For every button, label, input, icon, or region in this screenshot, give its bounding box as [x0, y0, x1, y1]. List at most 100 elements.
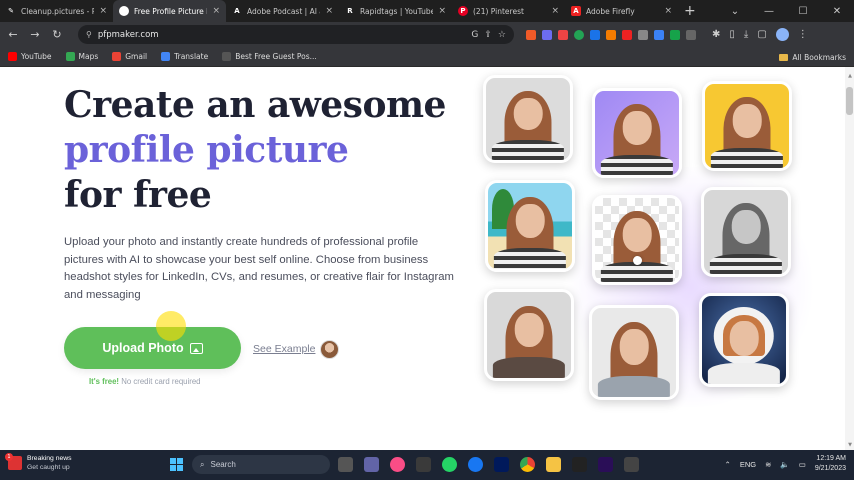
extension-icon[interactable] [590, 29, 600, 40]
tab-search-icon[interactable]: ▢ [757, 29, 766, 40]
extension-icon[interactable] [558, 29, 568, 40]
calculator-icon[interactable] [416, 457, 431, 472]
tab-pinterest[interactable]: P (21) Pinterest × [452, 0, 565, 22]
scrollbar[interactable]: ▲ ▼ [845, 67, 854, 450]
download-icon[interactable]: ⤓ [744, 29, 748, 40]
chrome-icon[interactable] [520, 457, 535, 472]
teams-icon[interactable] [364, 457, 379, 472]
tab-adobe-firefly[interactable]: A Adobe Firefly × [565, 0, 678, 22]
new-tab-button[interactable]: + [684, 3, 696, 19]
sample-photo-yellow [702, 81, 792, 171]
bookmark-maps[interactable]: Maps [65, 52, 98, 61]
bookmark-translate[interactable]: Translate [161, 52, 208, 61]
maximize-button[interactable]: ☐ [786, 6, 820, 17]
tab-pfpmaker[interactable]: Free Profile Picture M × [113, 0, 226, 22]
puzzle-icon[interactable]: ✱ [712, 29, 720, 40]
star-icon[interactable]: ☆ [498, 30, 506, 40]
language-indicator[interactable]: ENG [740, 460, 756, 469]
taskbar-search[interactable]: ⌕ Search [192, 455, 330, 474]
see-example-link[interactable]: See Example [253, 343, 315, 355]
wifi-icon[interactable]: ≋ [765, 460, 771, 469]
hero-headline: Create an awesome profile picture for fr… [64, 83, 446, 218]
free-strong: It's free! [89, 377, 120, 386]
bookmark-guest-post[interactable]: Best Free Guest Pos... [222, 52, 317, 61]
side-panel-icon[interactable]: ▯ [729, 29, 735, 40]
capcut-icon[interactable] [572, 457, 587, 472]
scroll-up-icon[interactable]: ▲ [848, 73, 852, 79]
news-subtitle: Get caught up [27, 464, 70, 471]
folder-icon [779, 53, 789, 61]
site-info-icon[interactable]: ⚲ [86, 30, 92, 39]
extension-icon[interactable] [670, 29, 680, 40]
page-content: Create an awesome profile picture for fr… [0, 67, 854, 450]
bookmark-gmail[interactable]: Gmail [112, 52, 147, 61]
chevron-down-icon[interactable]: ⌄ [718, 6, 752, 17]
extension-icon[interactable] [654, 29, 664, 40]
example-avatar[interactable] [320, 340, 339, 359]
forward-button[interactable]: → [28, 28, 42, 41]
close-icon[interactable]: × [325, 6, 333, 16]
pinterest-icon: P [458, 6, 468, 16]
close-window-button[interactable]: ✕ [820, 6, 854, 17]
task-view-icon[interactable] [338, 457, 353, 472]
extension-icon[interactable] [606, 29, 616, 40]
file-explorer-icon[interactable] [546, 457, 561, 472]
address-bar[interactable]: ⚲ pfpmaker.com G ⇪ ☆ [78, 25, 514, 44]
headline-line-2: profile picture [64, 129, 349, 171]
clock[interactable]: 12:19 AM 9/21/2023 [815, 454, 846, 474]
cleanup-icon: ✎ [8, 7, 14, 15]
search-icon: ⌕ [200, 459, 205, 469]
audition-icon[interactable] [494, 457, 509, 472]
extension-icon[interactable] [622, 29, 632, 40]
youtube-icon [8, 52, 17, 61]
reload-button[interactable]: ↻ [50, 28, 64, 41]
tab-rapidtags[interactable]: R Rapidtags | YouTube T × [339, 0, 452, 22]
scroll-down-icon[interactable]: ▼ [848, 442, 852, 448]
clock-date: 9/21/2023 [814, 465, 846, 472]
gmail-icon [112, 52, 122, 61]
sample-photo-purple [592, 88, 682, 178]
bookmark-youtube[interactable]: YouTube [8, 52, 52, 61]
news-icon: 1 [5, 453, 22, 470]
tab-adobe-podcast[interactable]: A Adobe Podcast | AI au × [226, 0, 339, 22]
hero-description: Upload your photo and instantly create h… [64, 236, 454, 301]
windows-start-icon[interactable] [170, 458, 183, 471]
extension-icon[interactable] [526, 29, 536, 40]
extension-icon[interactable] [638, 29, 648, 40]
menu-icon[interactable]: ⋮ [798, 29, 808, 40]
taskbar-apps [338, 457, 639, 472]
scrollbar-thumb[interactable] [846, 87, 853, 115]
sample-photo-portrait [484, 289, 574, 381]
close-icon[interactable]: × [551, 6, 559, 16]
news-widget[interactable]: 1 Breaking news Get caught up [5, 453, 72, 472]
google-lens-icon[interactable]: G [471, 30, 478, 40]
extension-icon[interactable] [686, 29, 696, 40]
clock-time: 12:19 AM [816, 455, 846, 462]
back-button[interactable]: ← [6, 28, 20, 41]
minimize-button[interactable]: — [752, 6, 786, 17]
chevron-up-icon[interactable]: ⌃ [725, 460, 731, 469]
premiere-icon[interactable] [598, 457, 613, 472]
close-icon[interactable]: × [212, 6, 220, 16]
close-icon[interactable]: × [99, 6, 107, 16]
headline-line-3: for free [64, 174, 212, 216]
facebook-icon[interactable] [468, 457, 483, 472]
all-bookmarks-button[interactable]: All Bookmarks [779, 47, 846, 67]
extension-icon[interactable] [574, 29, 584, 40]
free-note: It's free! No credit card required [89, 377, 201, 386]
volume-icon[interactable]: 🔈 [780, 460, 789, 469]
app-icon[interactable] [624, 457, 639, 472]
tab-cleanup[interactable]: ✎ Cleanup.pictures - Re × [0, 0, 113, 22]
rapidtags-icon: R [347, 7, 353, 15]
upload-photo-button[interactable]: Upload Photo [64, 327, 241, 369]
profile-avatar[interactable] [775, 28, 789, 41]
share-icon[interactable]: ⇪ [484, 30, 492, 40]
close-icon[interactable]: × [664, 6, 672, 16]
compare-slider-handle [633, 256, 642, 265]
whatsapp-icon[interactable] [442, 457, 457, 472]
extension-icon[interactable] [542, 29, 552, 40]
close-icon[interactable]: × [438, 6, 446, 16]
tab-title: Cleanup.pictures - Re [21, 6, 95, 16]
itunes-icon[interactable] [390, 457, 405, 472]
battery-icon[interactable]: ▭ [799, 460, 806, 469]
